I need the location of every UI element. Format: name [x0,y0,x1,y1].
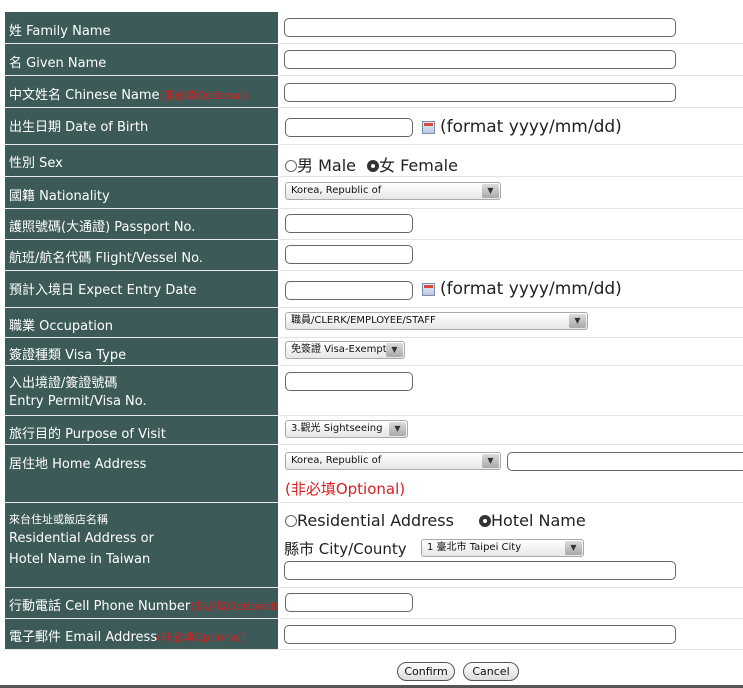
email-label: 電子郵件 Email Address [9,630,158,645]
row-taiwan-address: 來台住址或飯店名稱 Residential Address or Hotel N… [0,503,743,588]
purpose-label: 旅行目的 Purpose of Visit [9,427,166,442]
taiwan-address-input[interactable] [284,561,676,580]
entry-permit-input[interactable] [285,372,413,391]
entry-date-label: 預計入境日 Expect Entry Date [9,283,197,298]
optional-note: (非必填Optional) [157,631,246,644]
row-chinese-name: 中文姓名 Chinese Name(非必填Optional) [0,76,743,108]
entry-date-input[interactable] [285,281,413,300]
chinese-name-input[interactable] [284,83,676,102]
occupation-label: 職業 Occupation [9,319,114,334]
taiwan-address-label-zh: 來台住址或飯店名稱 [9,513,108,526]
row-family-name: 姓 Family Name [0,12,743,44]
radio-icon[interactable] [285,160,297,172]
row-sex: 性別 Sex 男 Male 女 Female [0,145,743,177]
optional-note: (非必填Optional) [159,89,248,102]
label-cell: 姓 Family Name [5,12,278,44]
dob-label: 出生日期 Date of Birth [9,120,149,135]
sex-male-option[interactable]: 男 Male [285,152,356,176]
occupation-select[interactable]: 職員/CLERK/EMPLOYEE/STAFF ▼ [285,312,588,330]
chevron-down-icon: ▼ [482,184,499,198]
entry-permit-label-zh: 入出境證/簽證號碼 [9,376,118,391]
row-entry-date: 預計入境日 Expect Entry Date (format yyyy/mm/… [0,271,743,308]
visa-type-select[interactable]: 免簽證 Visa-Exempt ▼ [285,341,405,359]
nationality-label: 國籍 Nationality [9,189,110,204]
home-country-select[interactable]: Korea, Republic of ▼ [285,452,501,470]
row-purpose: 旅行目的 Purpose of Visit 3.觀光 Sightseeing ▼ [0,416,743,445]
hotel-name-option[interactable]: Hotel Name [479,511,586,530]
home-address-optional-note: (非必填Optional) [285,480,406,498]
chinese-name-label: 中文姓名 Chinese Name [9,88,160,103]
chevron-down-icon: ▼ [565,541,582,555]
chevron-down-icon: ▼ [482,454,499,468]
flight-label: 航班/航名代碼 Flight/Vessel No. [9,251,203,266]
row-home-address: 居住地 Home Address Korea, Republic of ▼ (非必… [0,445,743,503]
passport-input[interactable] [285,214,413,233]
row-flight: 航班/航名代碼 Flight/Vessel No. [0,240,743,271]
given-name-label: 名 Given Name [9,56,107,71]
residential-address-option[interactable]: Residential Address [285,511,454,530]
home-address-input[interactable] [507,452,743,471]
row-occupation: 職業 Occupation 職員/CLERK/EMPLOYEE/STAFF ▼ [0,308,743,338]
row-entry-permit: 入出境證/簽證號碼 Entry Permit/Visa No. [0,366,743,416]
dob-input[interactable] [285,118,413,137]
row-passport: 護照號碼(大通證) Passport No. [0,209,743,240]
sex-female-option[interactable]: 女 Female [367,152,458,176]
chevron-down-icon: ▼ [389,422,406,436]
chevron-down-icon: ▼ [569,314,586,328]
entry-permit-label-en: Entry Permit/Visa No. [9,394,147,409]
cell-phone-input[interactable] [285,593,413,612]
radio-selected-icon[interactable] [479,515,491,527]
row-cell-phone: 行動電話 Cell Phone Number(非必填Optional) [0,588,743,619]
row-email: 電子郵件 Email Address(非必填Optional) [0,619,743,650]
city-county-label: 縣市 City/County [284,540,407,558]
radio-icon[interactable] [285,515,297,527]
passport-label: 護照號碼(大通證) Passport No. [9,220,196,235]
family-name-label: 姓 Family Name [9,24,111,39]
row-date-of-birth: 出生日期 Date of Birth (format yyyy/mm/dd) [0,108,743,145]
taiwan-address-label-en2: Hotel Name in Taiwan [9,552,151,567]
purpose-select[interactable]: 3.觀光 Sightseeing ▼ [285,420,408,438]
optional-note: (非必填Optional) [190,600,279,613]
radio-selected-icon[interactable] [367,160,379,172]
taiwan-address-label-en1: Residential Address or [9,531,154,546]
city-county-select[interactable]: 1 臺北市 Taipei City ▼ [421,539,584,557]
visa-type-label: 簽證種類 Visa Type [9,348,127,363]
chevron-down-icon: ▼ [386,343,403,357]
row-given-name: 名 Given Name [0,44,743,76]
row-nationality: 國籍 Nationality Korea, Republic of ▼ [0,177,743,209]
cell-phone-label: 行動電話 Cell Phone Number [9,599,191,614]
cancel-button[interactable]: Cancel [463,662,519,681]
dob-format-hint: (format yyyy/mm/dd) [440,117,622,137]
given-name-input[interactable] [284,50,676,69]
family-name-input[interactable] [284,18,676,37]
home-address-label: 居住地 Home Address [9,457,147,472]
flight-input[interactable] [285,245,413,264]
entry-date-format-hint: (format yyyy/mm/dd) [440,279,622,299]
email-input[interactable] [284,625,676,644]
nationality-select[interactable]: Korea, Republic of ▼ [285,182,501,200]
confirm-button[interactable]: Confirm [397,662,455,681]
calendar-icon[interactable] [422,121,435,134]
row-visa-type: 簽證種類 Visa Type 免簽證 Visa-Exempt ▼ [0,338,743,366]
sex-label: 性別 Sex [9,156,63,171]
calendar-icon[interactable] [422,283,435,296]
